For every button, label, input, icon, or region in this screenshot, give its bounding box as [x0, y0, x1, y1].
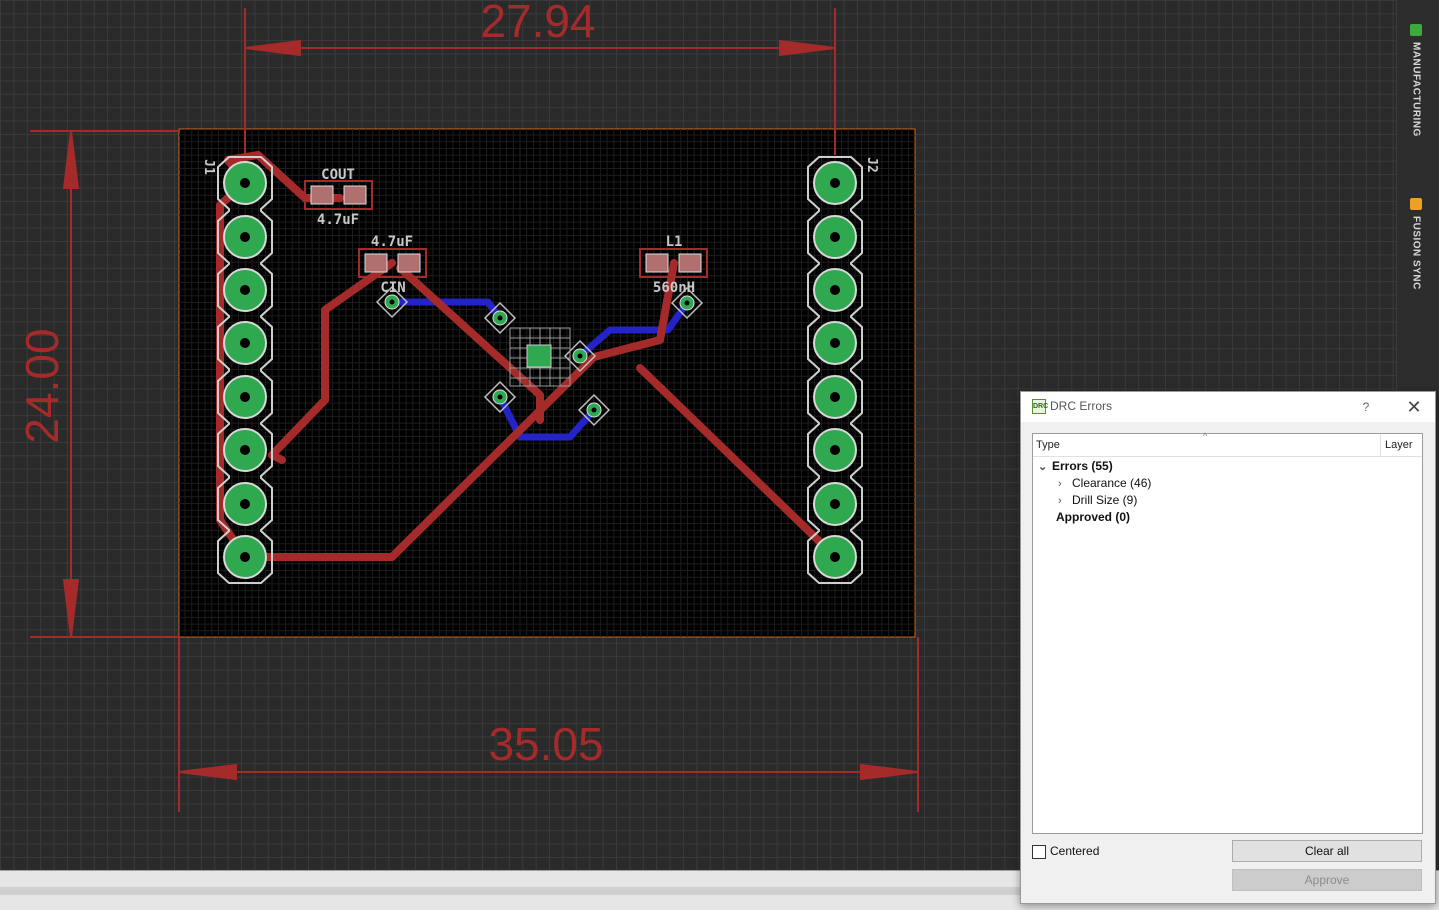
dimension-bottom-label: 35.05 — [488, 718, 603, 770]
drc-errors-dialog: DRC DRC Errors ? ✕ Type ^ Layer ⌄ Errors … — [1020, 391, 1436, 904]
horizontal-scrollbar[interactable] — [0, 887, 1020, 895]
tree-header: Type ^ Layer — [1033, 431, 1422, 457]
tab-manufacturing[interactable]: MANUFACTURING — [1403, 24, 1429, 137]
chevron-right-icon[interactable]: › — [1058, 495, 1072, 507]
close-button[interactable]: ✕ — [1401, 394, 1427, 420]
j1-label: J1 — [201, 159, 216, 175]
tree-item-drill-size-label: Drill Size (9) — [1072, 493, 1138, 507]
tree-item-clearance[interactable]: › Clearance (46) — [1058, 476, 1151, 490]
dimension-left-label: 24.00 — [16, 328, 68, 443]
l1-name-label: L1 — [666, 234, 683, 250]
cin-value-label: 4.7uF — [371, 234, 413, 250]
tree-item-approved-label: Approved (0) — [1056, 510, 1131, 524]
clear-all-button[interactable]: Clear all — [1232, 840, 1422, 862]
tree-item-clearance-label: Clearance (46) — [1072, 476, 1152, 490]
tab-manufacturing-label: MANUFACTURING — [1410, 42, 1422, 137]
dialog-titlebar[interactable]: DRC DRC Errors ? ✕ — [1021, 392, 1435, 422]
sort-up-icon: ^ — [1203, 431, 1208, 441]
tab-fusion-sync[interactable]: FUSION SYNC — [1403, 198, 1429, 290]
tree-item-drill-size[interactable]: › Drill Size (9) — [1058, 493, 1137, 507]
manufacturing-icon — [1410, 24, 1422, 36]
tree-item-errors[interactable]: ⌄ Errors (55) — [1038, 459, 1113, 473]
cout-value-label: 4.7uF — [317, 212, 359, 228]
chevron-down-icon[interactable]: ⌄ — [1038, 460, 1052, 473]
fusion-sync-icon — [1410, 198, 1422, 210]
tree-item-approved[interactable]: Approved (0) — [1056, 510, 1130, 524]
j2-label: J2 — [864, 157, 879, 173]
drc-error-tree[interactable]: Type ^ Layer ⌄ Errors (55) › Clearance (46… — [1032, 431, 1423, 834]
l1-value-label: 560nH — [653, 280, 695, 296]
dialog-title: DRC Errors — [1050, 399, 1112, 413]
cin-name-label: CIN — [380, 280, 405, 296]
cout-name-label: COUT — [321, 167, 355, 183]
dimension-top-label: 27.94 — [480, 0, 595, 47]
column-separator[interactable] — [1380, 434, 1381, 456]
chevron-right-icon[interactable]: › — [1058, 478, 1072, 490]
column-layer[interactable]: Layer — [1385, 439, 1413, 451]
approve-button[interactable]: Approve — [1232, 869, 1422, 891]
column-type[interactable]: Type — [1036, 439, 1060, 451]
centered-checkbox[interactable] — [1032, 845, 1046, 859]
tab-fusion-sync-label: FUSION SYNC — [1410, 216, 1422, 290]
centered-label: Centered — [1050, 844, 1100, 858]
drc-app-icon: DRC — [1032, 399, 1048, 414]
help-button[interactable]: ? — [1356, 397, 1376, 417]
tree-item-errors-label: Errors (55) — [1052, 459, 1113, 473]
